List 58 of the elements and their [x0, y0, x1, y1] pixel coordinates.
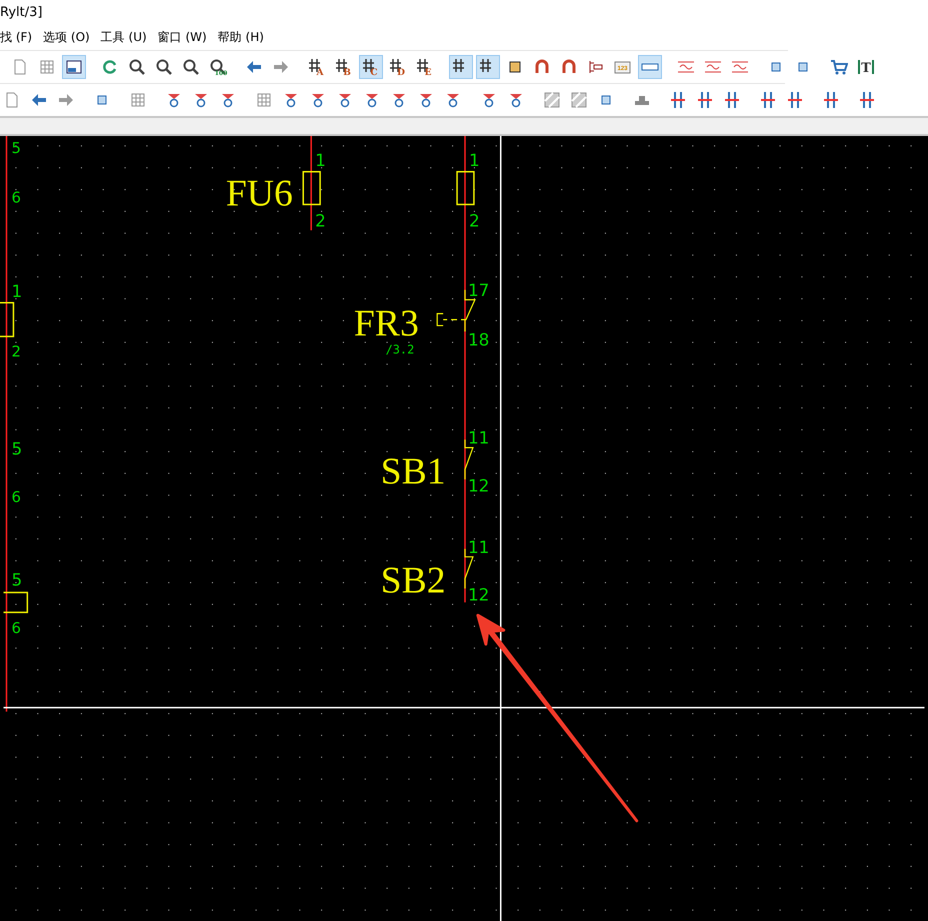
terminal-number: 1 [468, 150, 480, 170]
terminal-number: 5 [11, 438, 22, 459]
terminal-number: 18 [468, 329, 490, 350]
right-arrow-icon [57, 91, 75, 109]
terminal-number: 6 [11, 619, 21, 638]
magnifier-icon [182, 58, 200, 76]
fuse-symbol [0, 302, 14, 338]
terminal-number: 17 [468, 280, 490, 300]
hatch-icon [570, 91, 588, 109]
terminal-number: 12 [468, 584, 490, 604]
cart-icon [830, 58, 848, 76]
refresh-icon [101, 58, 119, 76]
wire-icon [759, 91, 777, 109]
wire-icon [858, 91, 876, 109]
cross-reference: /3.2 [386, 342, 414, 356]
terminal-number: 1 [315, 150, 326, 170]
component-designator: SB2 [380, 560, 446, 602]
terminal-number: 6 [11, 488, 21, 506]
coil-symbol [4, 592, 28, 614]
fuse-symbol [302, 170, 321, 206]
terminal-number: 1 [11, 280, 22, 301]
component-designator: FU6 [226, 172, 293, 214]
right-arrow-icon [272, 58, 290, 76]
table-icon [129, 91, 147, 109]
toolbar-button[interactable] [476, 55, 500, 79]
wire-icon [723, 91, 741, 109]
menu-item[interactable]: 窗口 (W) [158, 26, 207, 48]
menu-item[interactable]: 工具 (U) [100, 26, 147, 48]
window-title: Rylt/3] [0, 4, 42, 20]
fuse-symbol [456, 170, 475, 206]
component-designator: FR3 [354, 302, 419, 344]
magnet-icon [560, 58, 578, 76]
wire-icon [696, 91, 714, 109]
terminal-number: 5 [11, 138, 21, 157]
terminal-number: 2 [11, 342, 21, 360]
hatch-icon [543, 91, 561, 109]
table-icon [38, 58, 56, 76]
wire-icon [822, 91, 840, 109]
menu-item[interactable]: 选项 (O) [43, 26, 90, 48]
menu-item[interactable]: 帮助 (H) [218, 26, 264, 48]
terminal-number: 2 [315, 210, 326, 230]
toolbar-button[interactable] [62, 55, 86, 79]
magnet-icon [533, 58, 551, 76]
magnifier-icon [155, 58, 173, 76]
menu-item[interactable]: 找 (F) [0, 26, 32, 48]
terminal-number: 5 [11, 570, 22, 590]
component-designator: SB1 [380, 450, 446, 492]
magnifier-icon [128, 58, 146, 76]
terminal-number: 11 [468, 536, 490, 557]
terminal-number: 2 [468, 210, 480, 230]
toolbar-button[interactable] [449, 55, 473, 79]
terminal-number: 6 [11, 188, 21, 206]
terminal-number: 11 [468, 428, 490, 448]
wire-icon [786, 91, 804, 109]
terminal-number: 12 [468, 475, 490, 496]
table-icon [255, 91, 273, 109]
window-icon [65, 58, 83, 76]
wire-icon [669, 91, 687, 109]
